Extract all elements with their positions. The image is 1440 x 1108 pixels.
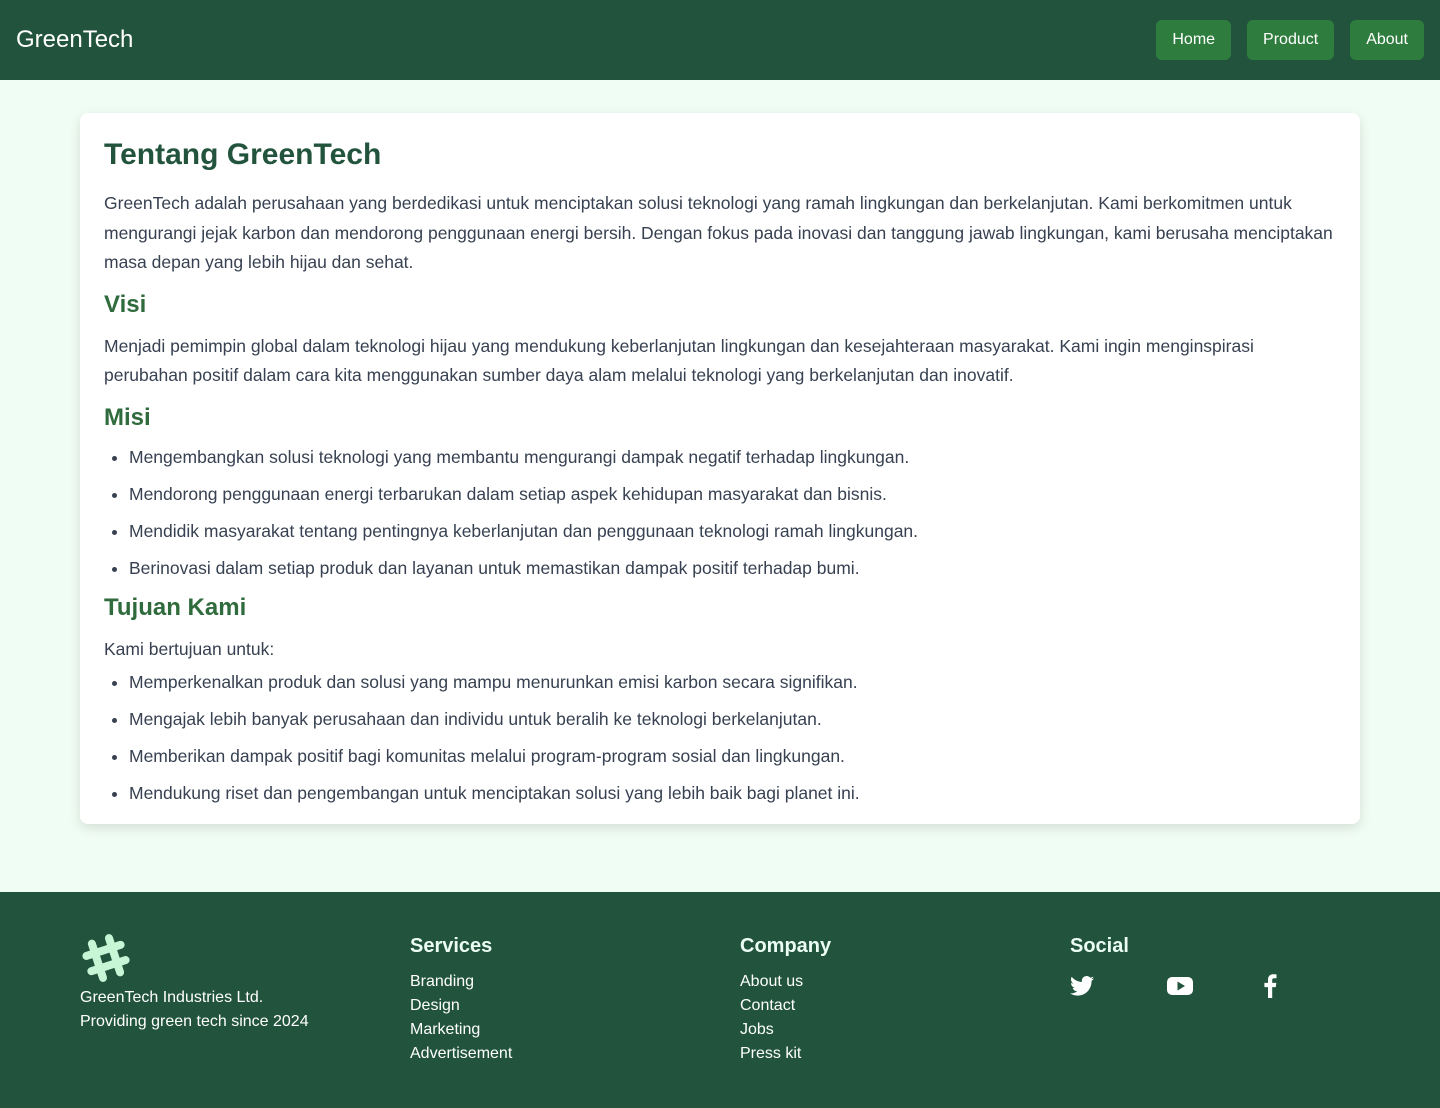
- page-title: Tentang GreenTech: [104, 138, 382, 171]
- navbar: GreenTech Home Product About: [0, 0, 1440, 80]
- vision-heading: Visi: [104, 290, 147, 318]
- company-name: GreenTech Industries Ltd.: [80, 989, 264, 1006]
- twitter-icon[interactable]: [1070, 974, 1167, 998]
- list-item: Mendukung riset dan pengembangan untuk m…: [129, 781, 1336, 806]
- social-heading: Social: [1070, 935, 1129, 957]
- goals-list: Memperkenalkan produk dan solusi yang ma…: [104, 670, 1336, 806]
- footer-services-column: Services Branding Design Marketing Adver…: [410, 932, 740, 1108]
- nav-product-button[interactable]: Product: [1247, 20, 1335, 60]
- list-item: Mendorong penggunaan energi terbarukan d…: [129, 482, 1336, 507]
- list-item: Mendidik masyarakat tentang pentingnya k…: [129, 519, 1336, 544]
- social-icons: [1070, 974, 1360, 998]
- about-card: Tentang GreenTech GreenTech adalah perus…: [80, 113, 1360, 824]
- footer-link-marketing[interactable]: Marketing: [410, 1018, 740, 1042]
- goals-heading: Tujuan Kami: [104, 593, 247, 621]
- mission-list: Mengembangkan solusi teknologi yang memb…: [104, 445, 1336, 581]
- nav-home-button[interactable]: Home: [1156, 20, 1232, 60]
- youtube-icon[interactable]: [1166, 974, 1264, 998]
- company-tagline: Providing green tech since 2024: [80, 1013, 309, 1030]
- list-item: Mengembangkan solusi teknologi yang memb…: [129, 445, 1336, 470]
- footer-link-jobs[interactable]: Jobs: [740, 1018, 1070, 1042]
- nav-about-button[interactable]: About: [1350, 20, 1424, 60]
- footer-link-about-us[interactable]: About us: [740, 970, 1070, 994]
- list-item: Berinovasi dalam setiap produk dan layan…: [129, 556, 1336, 581]
- footer-social-column: Social: [1070, 932, 1360, 1108]
- facebook-icon[interactable]: [1263, 974, 1360, 998]
- footer-link-design[interactable]: Design: [410, 994, 740, 1018]
- goals-lead: Kami bertujuan untuk:: [104, 638, 275, 659]
- nav-links: Home Product About: [1156, 20, 1424, 60]
- footer-link-press-kit[interactable]: Press kit: [740, 1042, 1070, 1066]
- footer-link-contact[interactable]: Contact: [740, 994, 1070, 1018]
- footer-link-branding[interactable]: Branding: [410, 970, 740, 994]
- list-item: Memperkenalkan produk dan solusi yang ma…: [129, 670, 1336, 695]
- list-item: Mengajak lebih banyak perusahaan dan ind…: [129, 707, 1336, 732]
- company-heading: Company: [740, 935, 832, 957]
- footer: GreenTech Industries Ltd. Providing gree…: [0, 892, 1440, 1108]
- list-item: Memberikan dampak positif bagi komunitas…: [129, 744, 1336, 769]
- footer-brand-column: GreenTech Industries Ltd. Providing gree…: [80, 932, 410, 1108]
- mission-heading: Misi: [104, 403, 151, 431]
- intro-paragraph: GreenTech adalah perusahaan yang berdedi…: [104, 193, 1333, 272]
- services-heading: Services: [410, 935, 493, 957]
- footer-company-column: Company About us Contact Jobs Press kit: [740, 932, 1070, 1108]
- hash-icon: [80, 932, 132, 984]
- footer-link-advertisement[interactable]: Advertisement: [410, 1042, 740, 1066]
- main-content: Tentang GreenTech GreenTech adalah perus…: [0, 80, 1440, 892]
- vision-paragraph: Menjadi pemimpin global dalam teknologi …: [104, 335, 1254, 386]
- brand-logo-text[interactable]: GreenTech: [16, 26, 133, 54]
